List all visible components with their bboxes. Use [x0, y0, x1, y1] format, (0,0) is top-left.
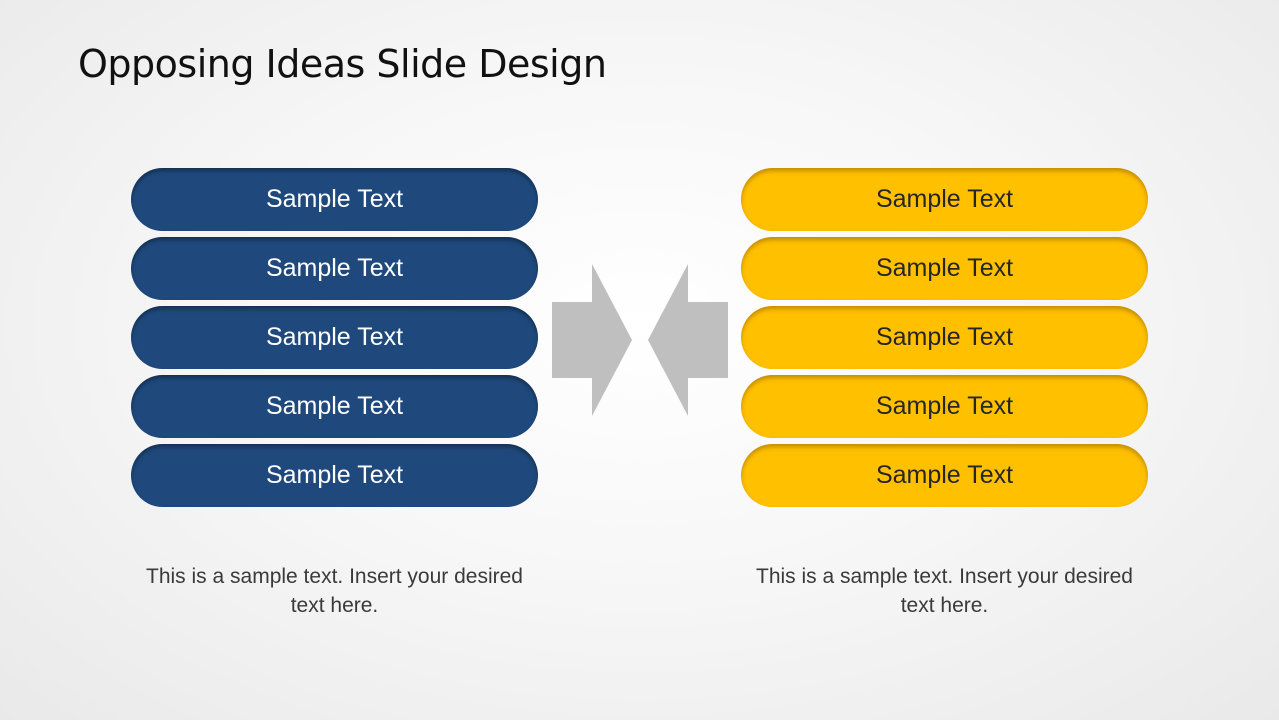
- right-description: This is a sample text. Insert your desir…: [756, 565, 1133, 617]
- left-item-5: Sample Text: [131, 444, 538, 507]
- arrow-right-icon: [552, 264, 632, 416]
- slide-title: Opposing Ideas Slide Design: [78, 42, 607, 86]
- right-item-2: Sample Text: [741, 237, 1148, 300]
- left-item-1: Sample Text: [131, 168, 538, 231]
- right-item-4: Sample Text: [741, 375, 1148, 438]
- arrow-left-icon: [648, 264, 728, 416]
- left-item-2: Sample Text: [131, 237, 538, 300]
- right-item-1: Sample Text: [741, 168, 1148, 231]
- right-item-3: Sample Text: [741, 306, 1148, 369]
- right-idea-column: Sample Text Sample Text Sample Text Samp…: [741, 168, 1148, 513]
- right-item-5: Sample Text: [741, 444, 1148, 507]
- left-description: This is a sample text. Insert your desir…: [146, 565, 523, 617]
- left-item-3: Sample Text: [131, 306, 538, 369]
- left-item-4: Sample Text: [131, 375, 538, 438]
- opposing-arrows: [552, 264, 728, 416]
- left-idea-column: Sample Text Sample Text Sample Text Samp…: [131, 168, 538, 513]
